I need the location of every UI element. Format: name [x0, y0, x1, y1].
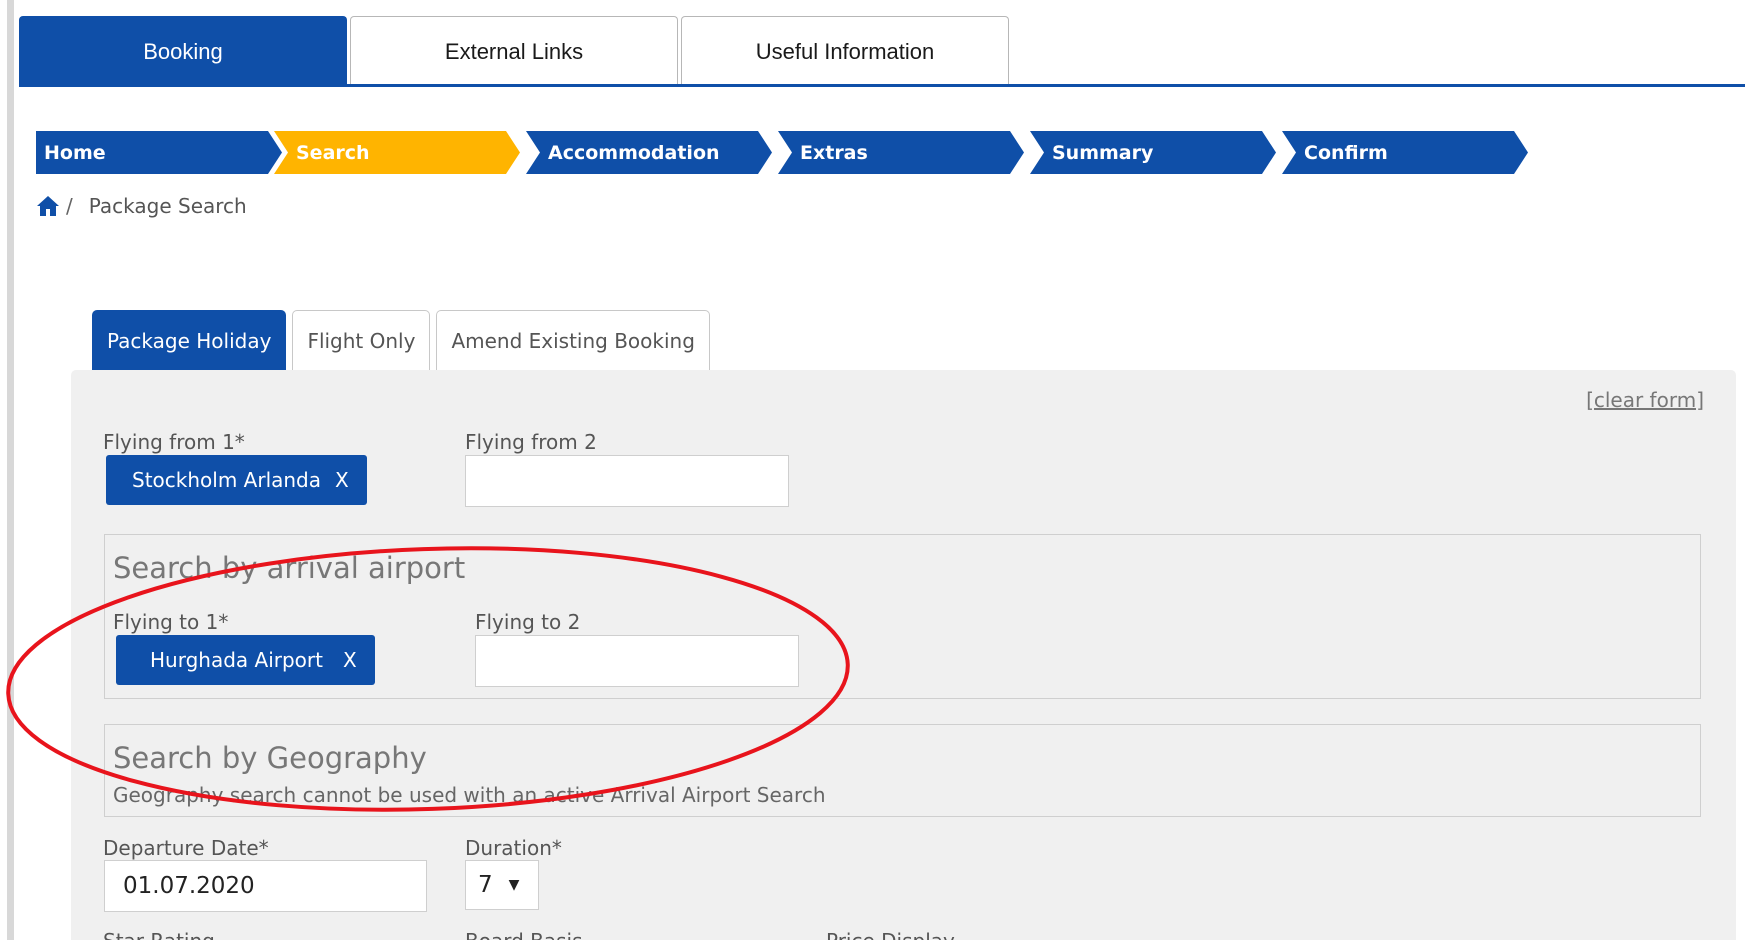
- board-basis-label: Board Basis: [465, 929, 583, 940]
- search-form-panel: [clear form] Flying from 1* Stockholm Ar…: [71, 370, 1736, 940]
- flying-to-1-label: Flying to 1*: [113, 610, 229, 634]
- geography-disabled-note: Geography search cannot be used with an …: [113, 783, 826, 807]
- tab-package-holiday[interactable]: Package Holiday: [92, 310, 287, 370]
- step-home[interactable]: Home: [36, 131, 282, 174]
- tab-useful-information[interactable]: Useful Information: [681, 16, 1009, 86]
- tab-external-links[interactable]: External Links: [350, 16, 678, 86]
- star-rating-label: Star Rating: [103, 929, 215, 940]
- flying-from-2-label: Flying from 2: [465, 430, 597, 454]
- flying-to-2-label: Flying to 2: [475, 610, 581, 634]
- price-display-label: Price Display: [826, 929, 955, 940]
- flying-to-2-input[interactable]: [475, 635, 799, 687]
- step-extras[interactable]: Extras: [778, 131, 1024, 174]
- breadcrumb-current: Package Search: [88, 194, 247, 218]
- left-border: [7, 0, 14, 940]
- flying-from-1-value: Stockholm Arlanda: [132, 468, 322, 492]
- home-icon[interactable]: [36, 194, 60, 218]
- duration-value: 7: [478, 872, 493, 898]
- remove-flying-from-1-icon[interactable]: X: [335, 468, 349, 492]
- remove-flying-to-1-icon[interactable]: X: [343, 648, 357, 672]
- flying-from-1-chip[interactable]: Stockholm Arlanda X: [106, 455, 367, 505]
- departure-date-input[interactable]: [104, 860, 427, 912]
- flying-to-1-chip[interactable]: Hurghada Airport X: [116, 635, 375, 685]
- step-accommodation[interactable]: Accommodation: [526, 131, 772, 174]
- booking-progress: Home Search Accommodation Extras Summary…: [36, 131, 1546, 174]
- search-type-tabs: Package Holiday Flight Only Amend Existi…: [92, 310, 716, 370]
- departure-date-label: Departure Date*: [103, 836, 269, 860]
- flying-from-2-input[interactable]: [465, 455, 789, 507]
- arrival-airport-legend: Search by arrival airport: [113, 551, 466, 585]
- tab-flight-only[interactable]: Flight Only: [292, 310, 431, 370]
- step-confirm[interactable]: Confirm: [1282, 131, 1528, 174]
- geography-legend: Search by Geography: [113, 741, 427, 775]
- step-summary[interactable]: Summary: [1030, 131, 1276, 174]
- duration-label: Duration*: [465, 836, 562, 860]
- flying-to-1-value: Hurghada Airport: [150, 648, 323, 672]
- clear-form-link[interactable]: [clear form]: [1586, 388, 1704, 412]
- flying-from-1-label: Flying from 1*: [103, 430, 245, 454]
- arrival-airport-section: Search by arrival airport Flying to 1* H…: [104, 534, 1701, 699]
- top-nav-underline: [19, 84, 1745, 87]
- top-nav-tabs: Booking External Links Useful Informatio…: [19, 16, 1012, 86]
- step-search[interactable]: Search: [274, 131, 520, 174]
- breadcrumb: / Package Search: [36, 194, 247, 218]
- duration-select[interactable]: 7 ▼: [465, 860, 539, 910]
- tab-amend-existing-booking[interactable]: Amend Existing Booking: [436, 310, 710, 370]
- tab-booking[interactable]: Booking: [19, 16, 347, 86]
- geography-section: Search by Geography Geography search can…: [104, 724, 1701, 817]
- chevron-down-icon: ▼: [508, 877, 520, 893]
- breadcrumb-separator: /: [66, 194, 73, 218]
